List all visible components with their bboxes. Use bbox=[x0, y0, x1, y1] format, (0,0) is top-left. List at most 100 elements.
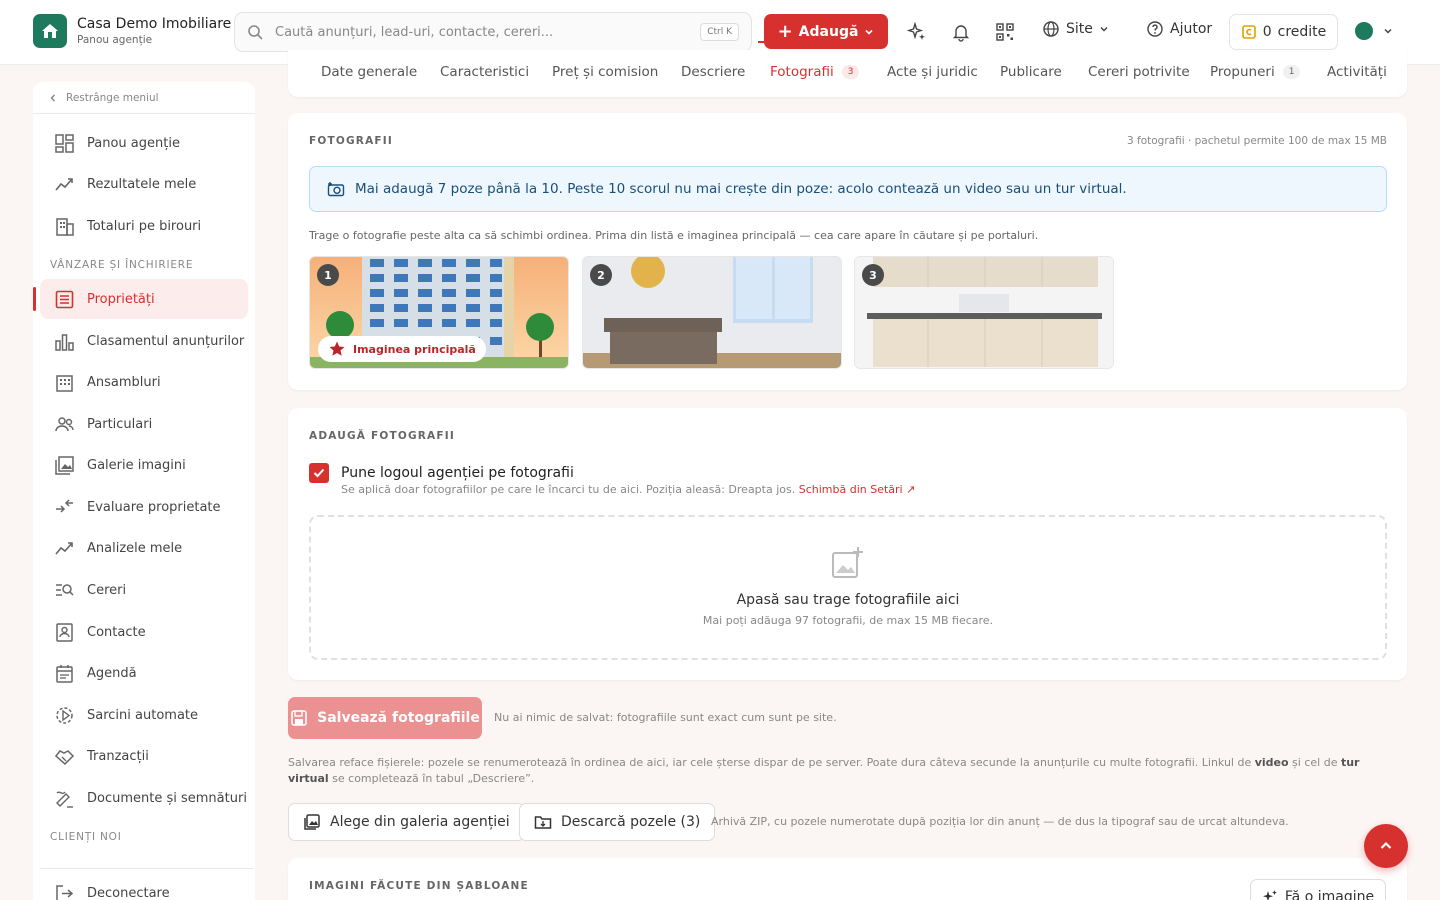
add-image-icon bbox=[832, 547, 863, 578]
evaluate-icon bbox=[53, 496, 75, 518]
sidebar-divider bbox=[40, 868, 254, 869]
photo-number: 2 bbox=[590, 264, 612, 286]
collapse-label: Restrânge meniul bbox=[66, 91, 159, 104]
sidebar-item-6[interactable]: Ansambluri bbox=[40, 362, 248, 402]
photo-thumbnail[interactable]: 1 Imaginea principală bbox=[309, 256, 569, 369]
checkbox-checked[interactable] bbox=[309, 463, 329, 483]
dropzone-title: Apasă sau trage fotografiile aici bbox=[736, 592, 960, 608]
living-room-photo bbox=[583, 257, 841, 368]
search-input[interactable]: Caută anunțuri, lead-uri, contacte, cere… bbox=[234, 12, 752, 52]
credits-label: credite bbox=[1277, 24, 1327, 40]
analytics-icon bbox=[53, 537, 75, 559]
photos-hint: Trage o fotografie peste alta ca să schi… bbox=[309, 229, 1039, 242]
credits-button[interactable]: 0 credite bbox=[1229, 14, 1338, 50]
add-photos-card: ADAUGĂ FOTOGRAFII Pune logoul agenției p… bbox=[288, 408, 1407, 680]
sidebar-item-1[interactable]: Panou agenție bbox=[40, 123, 248, 163]
save-info-text: Salvarea reface fișierele: pozele se ren… bbox=[288, 756, 1360, 785]
sidebar-item-10[interactable]: Analizele mele bbox=[40, 528, 248, 568]
sidebar-item-label: Particulari bbox=[87, 416, 153, 432]
sidebar-item-15[interactable]: Tranzacții bbox=[40, 736, 248, 776]
folder-download-icon bbox=[534, 816, 552, 829]
sidebar-item-label: Evaluare proprietate bbox=[87, 499, 221, 515]
sidebar-item-8[interactable]: Galerie imagini bbox=[40, 445, 248, 485]
qr-button[interactable] bbox=[993, 20, 1017, 44]
account-menu[interactable] bbox=[1355, 22, 1393, 40]
search-icon bbox=[247, 24, 263, 40]
list-icon bbox=[53, 288, 75, 310]
building-icon bbox=[53, 215, 75, 237]
brand[interactable]: Casa Demo Imobiliare Panou agenție bbox=[33, 14, 231, 48]
tab-date-generale[interactable]: Date generale bbox=[321, 64, 417, 80]
sidebar-item-2[interactable]: Rezultatele mele bbox=[40, 164, 248, 204]
sidebar-item-label: Documente și semnături bbox=[87, 790, 247, 806]
tab-count: 1 bbox=[1282, 65, 1301, 79]
photos-info-text: Mai adaugă 7 poze până la 10. Peste 10 s… bbox=[355, 181, 1127, 197]
sidebar-item-12[interactable]: Contacte bbox=[40, 612, 248, 652]
sidebar-item-label: Clasamentul anunțurilor bbox=[87, 333, 245, 349]
sidebar-section-heading: Vânzare și închiriere bbox=[50, 259, 194, 271]
chevron-down-icon bbox=[1384, 28, 1392, 34]
tab-acte-juridic[interactable]: Acte și juridic bbox=[887, 64, 978, 80]
chevron-left-icon bbox=[50, 93, 56, 102]
tab-publicare[interactable]: Publicare bbox=[1000, 64, 1062, 80]
sidebar-item-5[interactable]: Clasamentul anunțurilor bbox=[40, 321, 248, 361]
sidebar-item-13[interactable]: Agendă bbox=[40, 653, 248, 693]
sidebar-item-label: Tranzacții bbox=[87, 748, 149, 764]
photos-card-title: FOTOGRAFII bbox=[309, 135, 394, 147]
sidebar-item-11[interactable]: Cereri bbox=[40, 570, 248, 610]
chevron-down-icon bbox=[1100, 26, 1108, 32]
site-dropdown[interactable]: Site bbox=[1042, 20, 1109, 38]
sidebar-item-label: Sarcini automate bbox=[87, 707, 199, 723]
photo-thumbnail[interactable]: 3 bbox=[854, 256, 1114, 369]
sidebar-item-label: Panou agenție bbox=[87, 135, 180, 151]
collapse-menu-button[interactable]: Restrânge meniul bbox=[33, 82, 255, 114]
download-photos-button[interactable]: Descarcă pozele (3) bbox=[519, 803, 716, 841]
tab-fotografii[interactable]: Fotografii 3 bbox=[770, 64, 860, 80]
sparkle-icon bbox=[1262, 890, 1277, 900]
photo-thumbnail[interactable]: 2 bbox=[582, 256, 842, 369]
templates-card: IMAGINI FĂCUTE DIN ȘABLOANE Fă o imagine bbox=[288, 858, 1407, 900]
watermark-logo-checkbox[interactable]: Pune logoul agenției pe fotografii bbox=[309, 463, 574, 483]
search-list-icon bbox=[53, 579, 75, 601]
sidebar-item-17[interactable]: Deconectare bbox=[40, 873, 248, 900]
avatar bbox=[1355, 22, 1373, 40]
sidebar-item-label: Cereri bbox=[87, 582, 127, 598]
help-button[interactable]: Ajutor bbox=[1146, 20, 1212, 38]
coin-icon bbox=[1241, 25, 1256, 39]
camera-add-icon bbox=[327, 182, 345, 197]
tab-pret-comision[interactable]: Preț și comision bbox=[552, 64, 658, 80]
save-photos-button[interactable]: Salvează fotografiile bbox=[288, 697, 482, 739]
tab-caracteristici[interactable]: Caracteristici bbox=[440, 64, 529, 80]
notifications-button[interactable] bbox=[949, 20, 973, 44]
sidebar-item-9[interactable]: Evaluare proprietate bbox=[40, 487, 248, 527]
photo-number: 3 bbox=[862, 264, 884, 286]
choose-from-gallery-button[interactable]: Alege din galeria agenției bbox=[288, 803, 525, 841]
change-settings-link[interactable]: Schimbă din Setări ↗ bbox=[799, 483, 916, 496]
tab-cereri-potrivite[interactable]: Cereri potrivite bbox=[1088, 64, 1190, 80]
make-image-button[interactable]: Fă o imagine bbox=[1250, 879, 1386, 900]
ai-sparkle-button[interactable] bbox=[905, 20, 929, 44]
tab-descriere[interactable]: Descriere bbox=[681, 64, 745, 80]
save-icon bbox=[291, 710, 307, 726]
sidebar-item-label: Proprietăți bbox=[87, 291, 155, 307]
kitchen-photo bbox=[855, 257, 1113, 368]
star-icon bbox=[329, 341, 345, 356]
sidebar-item-16[interactable]: Documente și semnături bbox=[40, 778, 248, 818]
sidebar-item-14[interactable]: Sarcini automate bbox=[40, 695, 248, 735]
photo-dropzone[interactable]: Apasă sau trage fotografiile aici Mai po… bbox=[309, 515, 1387, 660]
add-label: Adaugă bbox=[798, 23, 859, 40]
tab-propuneri[interactable]: Propuneri 1 bbox=[1210, 64, 1301, 80]
brand-logo bbox=[33, 14, 67, 48]
scroll-to-top-button[interactable] bbox=[1364, 824, 1408, 868]
bell-icon bbox=[952, 25, 970, 42]
sidebar-item-3[interactable]: Totaluri pe birouri bbox=[40, 206, 248, 246]
sparkle-icon bbox=[907, 22, 925, 40]
tab-activitati[interactable]: Activități bbox=[1327, 64, 1387, 80]
sidebar-item-label: Totaluri pe birouri bbox=[87, 218, 202, 234]
zip-note: Arhivă ZIP, cu pozele numerotate după po… bbox=[711, 815, 1289, 828]
add-button[interactable]: + Adaugă bbox=[764, 14, 888, 49]
help-circle-icon bbox=[1147, 21, 1163, 37]
qr-code-icon bbox=[996, 23, 1014, 41]
sidebar-item-7[interactable]: Particulari bbox=[40, 404, 248, 444]
sidebar-item-4[interactable]: Proprietăți bbox=[33, 279, 248, 319]
